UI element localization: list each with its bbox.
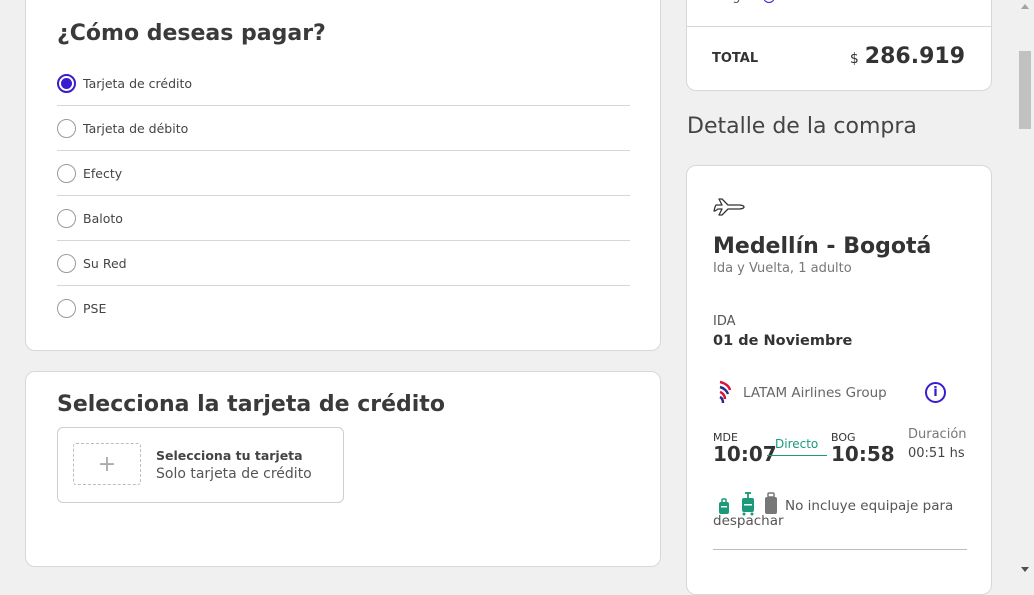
- duration-value: 00:51 hs: [908, 446, 965, 461]
- select-card-button[interactable]: + Selecciona tu tarjeta Solo tarjeta de …: [57, 427, 344, 503]
- payment-title: ¿Cómo deseas pagar?: [57, 21, 326, 46]
- payment-method-card: ¿Cómo deseas pagar? Tarjeta de crédito Ta…: [25, 0, 661, 351]
- total-value: 286.919: [864, 44, 965, 69]
- total-amount: $286.919: [850, 44, 965, 69]
- total-card: cargos TOTAL $286.919: [686, 0, 992, 91]
- payment-option-label: Baloto: [83, 210, 123, 226]
- airplane-icon: [713, 198, 745, 216]
- airline-info-icon[interactable]: i: [925, 382, 946, 403]
- payment-option[interactable]: Tarjeta de débito: [57, 106, 630, 151]
- payment-option-label: Efecty: [83, 165, 123, 181]
- payment-option[interactable]: Su Red: [57, 241, 630, 286]
- origin-time: 10:07: [713, 442, 777, 466]
- latam-logo-icon: [719, 380, 732, 404]
- stops-label: Directo: [775, 437, 819, 451]
- credit-card-section: Selecciona la tarjeta de crédito + Selec…: [25, 371, 661, 567]
- charges-label: cargos: [712, 0, 755, 4]
- airline-name: LATAM Airlines Group: [743, 385, 887, 401]
- radio-button[interactable]: [57, 118, 76, 138]
- total-divider: [687, 26, 991, 27]
- leg-label: IDA: [713, 314, 736, 329]
- leg-date: 01 de Noviembre: [713, 333, 853, 349]
- select-card-subtitle: Solo tarjeta de crédito: [156, 466, 312, 482]
- payment-option-label: Tarjeta de crédito: [83, 75, 193, 91]
- radio-button[interactable]: [57, 163, 76, 183]
- trip-type: Ida y Vuelta, 1 adulto: [713, 261, 852, 276]
- purchase-detail-title: Detalle de la compra: [687, 114, 917, 139]
- route-line: [767, 455, 827, 456]
- radio-button[interactable]: [57, 253, 76, 273]
- scrollbar-thumb[interactable]: [1019, 51, 1031, 129]
- payment-option[interactable]: Tarjeta de crédito: [57, 61, 630, 106]
- duration-label: Duración: [908, 427, 967, 442]
- credit-card-title: Selecciona la tarjeta de crédito: [57, 392, 445, 417]
- payment-option[interactable]: Baloto: [57, 196, 630, 241]
- select-card-title: Selecciona tu tarjeta: [156, 448, 303, 463]
- total-label: TOTAL: [712, 51, 759, 66]
- add-card-plus-icon: +: [73, 443, 141, 485]
- radio-button[interactable]: [57, 298, 76, 318]
- charges-info-icon[interactable]: [763, 0, 775, 3]
- destination-time: 10:58: [831, 442, 895, 466]
- radio-button[interactable]: [57, 208, 76, 228]
- radio-button[interactable]: [57, 73, 76, 93]
- scroll-down-arrow-icon[interactable]: [1021, 567, 1029, 572]
- payment-option-label: PSE: [83, 300, 107, 316]
- purchase-detail-card: Medellín - Bogotá Ida y Vuelta, 1 adulto…: [686, 165, 992, 595]
- route-title: Medellín - Bogotá: [713, 234, 932, 259]
- payment-option-label: Su Red: [83, 255, 127, 271]
- baggage-text: No incluye equipaje para despachar: [713, 498, 954, 529]
- payment-option[interactable]: PSE: [57, 286, 630, 330]
- scroll-up-arrow-icon[interactable]: [1021, 4, 1029, 9]
- payment-option-label: Tarjeta de débito: [83, 120, 189, 136]
- payment-option[interactable]: Efecty: [57, 151, 630, 196]
- detail-divider: [713, 549, 967, 550]
- page-scrollbar[interactable]: [1017, 0, 1034, 576]
- currency-symbol: $: [849, 51, 859, 67]
